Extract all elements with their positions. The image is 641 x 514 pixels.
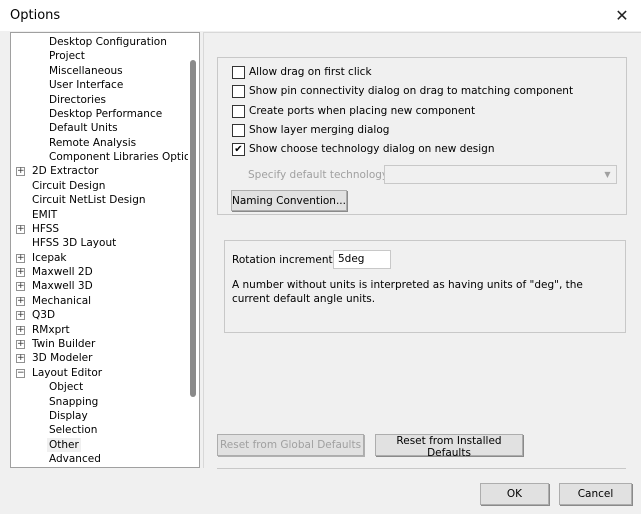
checkbox-label[interactable]: Show choose technology dialog on new des… bbox=[249, 143, 495, 155]
reset-installed-defaults-button[interactable]: Reset from Installed Defaults bbox=[375, 434, 523, 459]
checkbox[interactable] bbox=[232, 104, 245, 118]
tree-item[interactable]: RMxprt bbox=[30, 323, 72, 337]
rotation-increment-input[interactable]: 5deg bbox=[333, 250, 391, 269]
tree-item[interactable]: Component Libraries Options bbox=[47, 150, 199, 164]
tree-item[interactable]: Layout Editor bbox=[30, 366, 104, 380]
tree-item[interactable]: Selection bbox=[47, 423, 99, 437]
window-title: Options bbox=[10, 8, 61, 23]
cancel-button[interactable]: Cancel bbox=[559, 483, 632, 505]
expand-icon[interactable]: + bbox=[16, 311, 25, 321]
expand-icon[interactable]: + bbox=[16, 224, 25, 234]
checkbox-label[interactable]: Create ports when placing new component bbox=[249, 105, 475, 117]
tree-item[interactable]: Default Units bbox=[47, 121, 120, 135]
expand-icon[interactable]: + bbox=[16, 167, 25, 177]
tree-item[interactable]: Snapping bbox=[47, 395, 100, 409]
tree-item[interactable]: Desktop Configuration bbox=[47, 35, 169, 49]
checkbox[interactable]: ✔ bbox=[232, 143, 245, 157]
default-technology-select[interactable]: ▼ bbox=[384, 165, 617, 184]
tree-item[interactable]: HFSS bbox=[30, 222, 61, 236]
default-technology-label: Specify default technology: bbox=[248, 169, 391, 181]
tree-item[interactable]: Twin Builder bbox=[30, 337, 97, 351]
tree-item[interactable]: Q3D bbox=[30, 308, 57, 322]
checkbox[interactable] bbox=[232, 66, 245, 79]
tree-item[interactable]: HFSS 3D Layout bbox=[30, 236, 118, 250]
expand-icon[interactable]: + bbox=[16, 268, 25, 278]
collapse-icon[interactable]: − bbox=[16, 368, 25, 378]
checkbox-label[interactable]: Allow drag on first click bbox=[249, 66, 372, 78]
tree-item[interactable]: Circuit NetList Design bbox=[30, 193, 148, 207]
naming-convention-button[interactable]: Naming Convention... bbox=[231, 190, 347, 211]
tree-item[interactable]: EMIT bbox=[30, 208, 59, 222]
expand-icon[interactable]: + bbox=[16, 325, 25, 335]
options-tree: Desktop Configuration Project Miscellaneou… bbox=[10, 32, 200, 468]
separator bbox=[217, 468, 626, 469]
checkbox-label[interactable]: Show layer merging dialog bbox=[249, 124, 389, 136]
tree-item[interactable]: Icepak bbox=[30, 251, 69, 265]
tree-item[interactable]: 2D Extractor bbox=[30, 164, 100, 178]
tree-item[interactable]: Maxwell 3D bbox=[30, 279, 95, 293]
checkbox[interactable] bbox=[232, 85, 245, 99]
tree-item[interactable]: Other bbox=[47, 437, 81, 452]
checkbox-label[interactable]: Show pin connectivity dialog on drag to … bbox=[249, 85, 573, 97]
tree-item[interactable]: User Interface bbox=[47, 78, 125, 92]
tree-scrollbar-thumb[interactable] bbox=[190, 60, 196, 397]
rotation-increment-label: Rotation increment: bbox=[232, 254, 337, 266]
tree-item[interactable]: Project bbox=[47, 49, 87, 63]
title-bar bbox=[0, 0, 641, 31]
tree-item[interactable]: Desktop Performance bbox=[47, 107, 164, 121]
tree-item[interactable]: Maxwell 2D bbox=[30, 265, 95, 279]
tree-item[interactable]: 3D Modeler bbox=[30, 351, 94, 365]
tree-item[interactable]: Advanced bbox=[47, 452, 103, 466]
expand-icon[interactable]: + bbox=[16, 282, 25, 292]
tree-item[interactable]: Mechanical bbox=[30, 294, 93, 308]
tree-item[interactable]: Display bbox=[47, 409, 90, 423]
close-icon[interactable]: ✕ bbox=[612, 6, 632, 26]
tree-item[interactable]: Object bbox=[47, 380, 85, 394]
tree-item[interactable]: Remote Analysis bbox=[47, 136, 138, 150]
chevron-down-icon: ▼ bbox=[604, 170, 611, 179]
ok-button[interactable]: OK bbox=[480, 483, 549, 505]
expand-icon[interactable]: + bbox=[16, 339, 25, 349]
expand-icon[interactable]: + bbox=[16, 253, 25, 263]
tree-item[interactable]: Circuit Design bbox=[30, 179, 107, 193]
tree-item[interactable]: Directories bbox=[47, 93, 108, 107]
expand-icon[interactable]: + bbox=[16, 354, 25, 364]
tree-item[interactable]: Miscellaneous bbox=[47, 64, 125, 78]
checkbox[interactable] bbox=[232, 123, 245, 137]
rotation-note: A number without units is interpreted as… bbox=[232, 279, 583, 305]
reset-global-defaults-button[interactable]: Reset from Global Defaults bbox=[217, 434, 364, 456]
expand-icon[interactable]: + bbox=[16, 296, 25, 306]
